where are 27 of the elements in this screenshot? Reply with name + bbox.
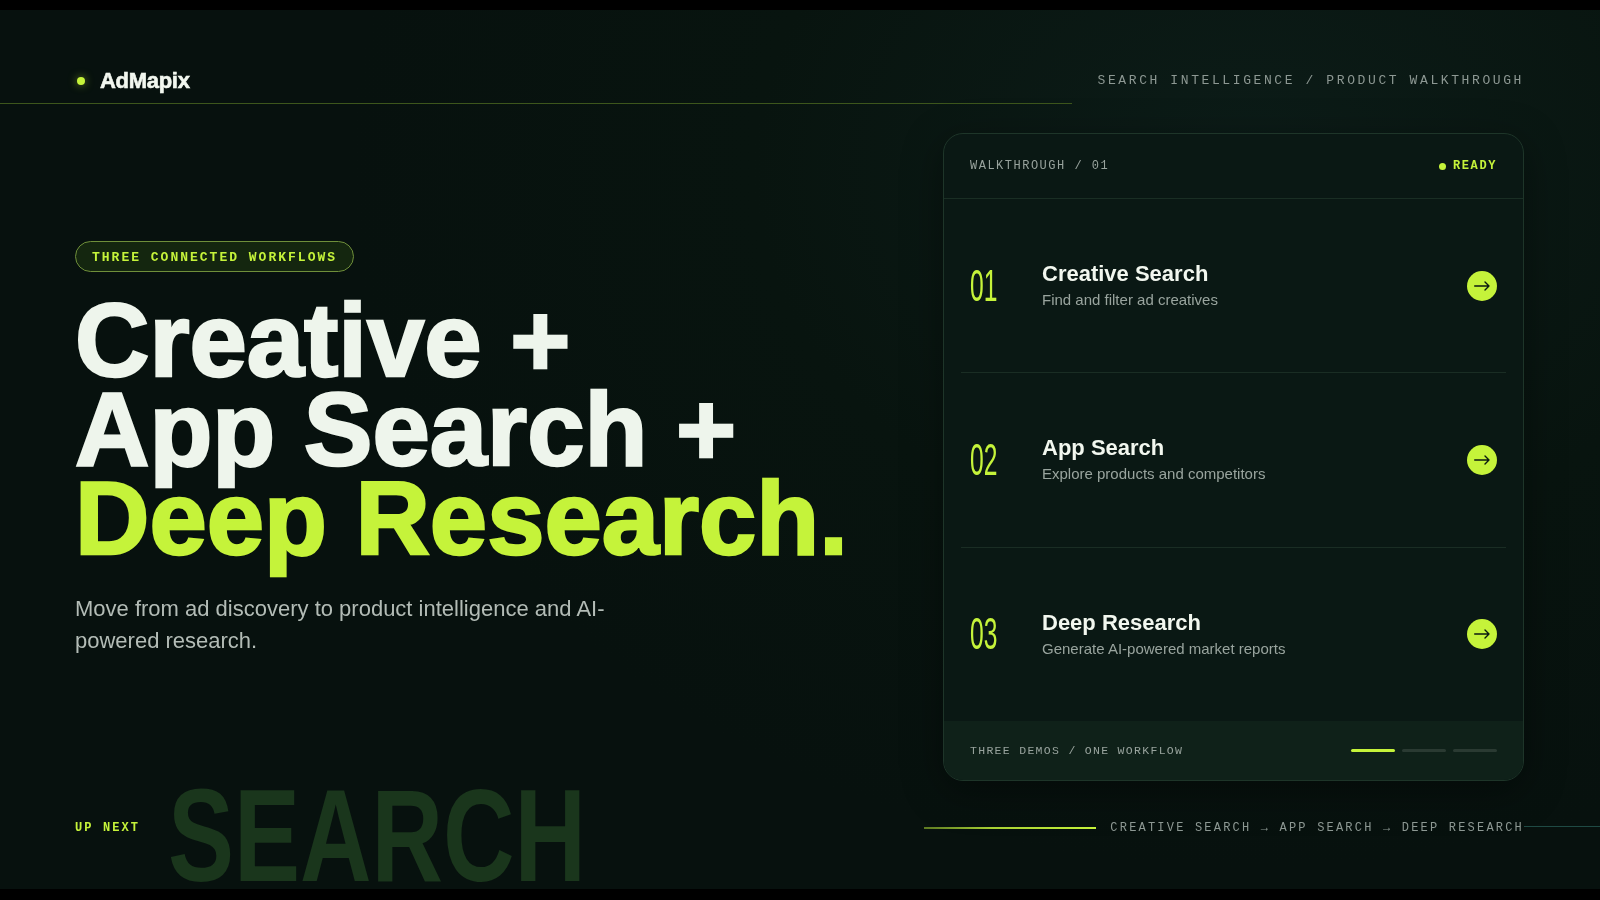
description: Move from ad discovery to product intelligence and AI-powered research.: [75, 595, 606, 655]
arrow-button[interactable]: [1467, 445, 1497, 475]
arrow-button[interactable]: [1467, 270, 1497, 301]
step-description: Explore products and competitors: [1042, 464, 1266, 485]
arrow-right-icon: [1474, 280, 1490, 291]
status-dot-icon: [1439, 162, 1446, 170]
workflow-badge: THREE CONNECTED WORKFLOWS: [75, 241, 355, 272]
workflow-sequence: CREATIVE SEARCH → APP SEARCH → DEEP RESEARCH: [1110, 820, 1524, 836]
arrow-right-icon: [1474, 629, 1490, 640]
step-title: App Search: [1042, 435, 1165, 462]
headline: Creative + App Search + Deep Research.: [74, 294, 849, 578]
step-description: Generate AI-powered market reports: [1042, 638, 1286, 659]
status-text: READY: [1453, 159, 1497, 173]
section-label: SEARCH INTELLIGENCE / PRODUCT WALKTHROUGH: [1097, 72, 1524, 88]
step-number: 01: [970, 263, 998, 308]
arrow-right-icon: [1474, 455, 1490, 465]
logo-text: AdMapix: [100, 67, 190, 94]
card-label: WALKTHROUGH / 01: [970, 159, 1110, 173]
up-next-label: UP NEXT: [75, 820, 141, 836]
step-description: Find and filter ad creatives: [1042, 290, 1218, 311]
step-title: Deep Research: [1042, 609, 1201, 636]
step-number: 03: [970, 612, 998, 657]
card-footer-label: THREE DEMOS / ONE WORKFLOW: [970, 744, 1184, 757]
logo-dot-icon: [77, 76, 85, 85]
step-number: 02: [970, 438, 998, 482]
arrow-button[interactable]: [1467, 619, 1497, 650]
step-title: Creative Search: [1042, 261, 1209, 288]
